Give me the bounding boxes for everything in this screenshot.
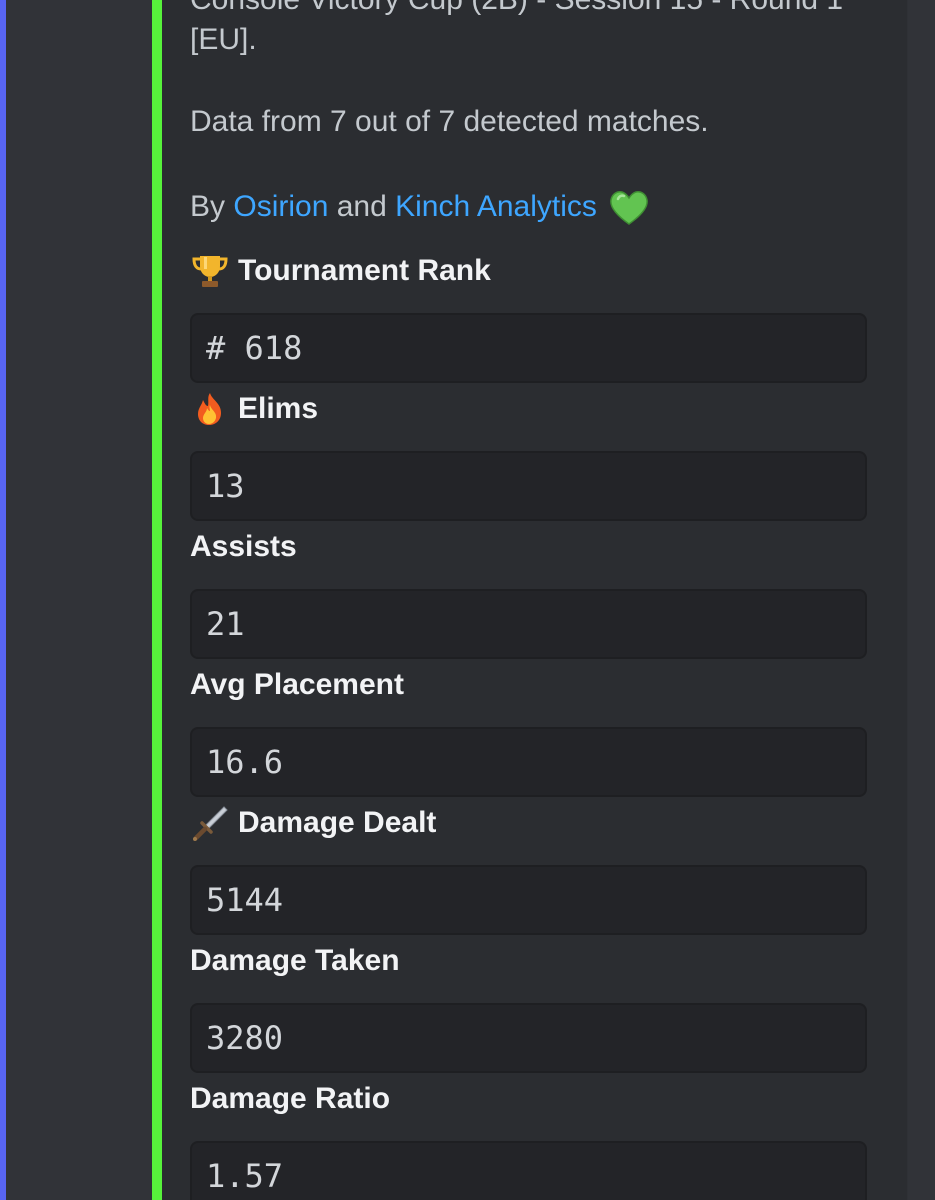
field-title-elims: Elims: [190, 391, 318, 427]
osirion-link[interactable]: Osirion: [233, 190, 328, 223]
credits-prefix: By: [190, 190, 234, 223]
field-title-text: Avg Placement: [190, 668, 404, 701]
field-title-text: Assists: [190, 530, 297, 563]
credits-and: and: [328, 190, 396, 223]
embed-matches-info: Data from 7 out of 7 detected matches.: [190, 105, 709, 138]
field-title-damage-taken: Damage Taken: [190, 943, 400, 979]
field-title-damage-ratio: Damage Ratio: [190, 1081, 390, 1117]
field-title-text: Damage Dealt: [238, 806, 437, 839]
green-heart-icon: [609, 190, 649, 226]
field-title-text: Tournament Rank: [238, 254, 491, 287]
trophy-icon: [190, 253, 232, 289]
field-title-text: Damage Taken: [190, 944, 400, 977]
dagger-icon: [190, 805, 232, 841]
field-title-avg-placement: Avg Placement: [190, 667, 404, 703]
field-title-damage-dealt: Damage Dealt: [190, 805, 436, 841]
bot-embed: Console Victory Cup (2B) - Session 15 - …: [152, 0, 908, 1200]
field-title-text: Damage Ratio: [190, 1082, 391, 1115]
field-value-damage-taken: 3280: [190, 1003, 867, 1073]
field-value-assists: 21: [190, 589, 867, 659]
field-value-avg-placement: 16.6: [190, 727, 867, 797]
field-title-assists: Assists: [190, 529, 297, 565]
embed-description-line: [EU].: [190, 23, 257, 56]
field-title-tournament-rank: Tournament Rank: [190, 253, 491, 289]
unread-indicator: [0, 0, 6, 1200]
embed-description-line: Console Victory Cup (2B) - Session 15 - …: [190, 0, 843, 18]
kinch-analytics-link[interactable]: Kinch Analytics: [395, 190, 597, 223]
chat-page: Console Victory Cup (2B) - Session 15 - …: [0, 0, 935, 1200]
field-value-damage-dealt: 5144: [190, 865, 867, 935]
embed-credits: By Osirion and Kinch Analytics: [190, 189, 649, 226]
field-value-damage-ratio: 1.57: [190, 1141, 867, 1200]
field-title-text: Elims: [238, 392, 319, 425]
fire-icon: [190, 391, 232, 427]
field-value-tournament-rank: # 618: [190, 313, 867, 383]
field-value-elims: 13: [190, 451, 867, 521]
